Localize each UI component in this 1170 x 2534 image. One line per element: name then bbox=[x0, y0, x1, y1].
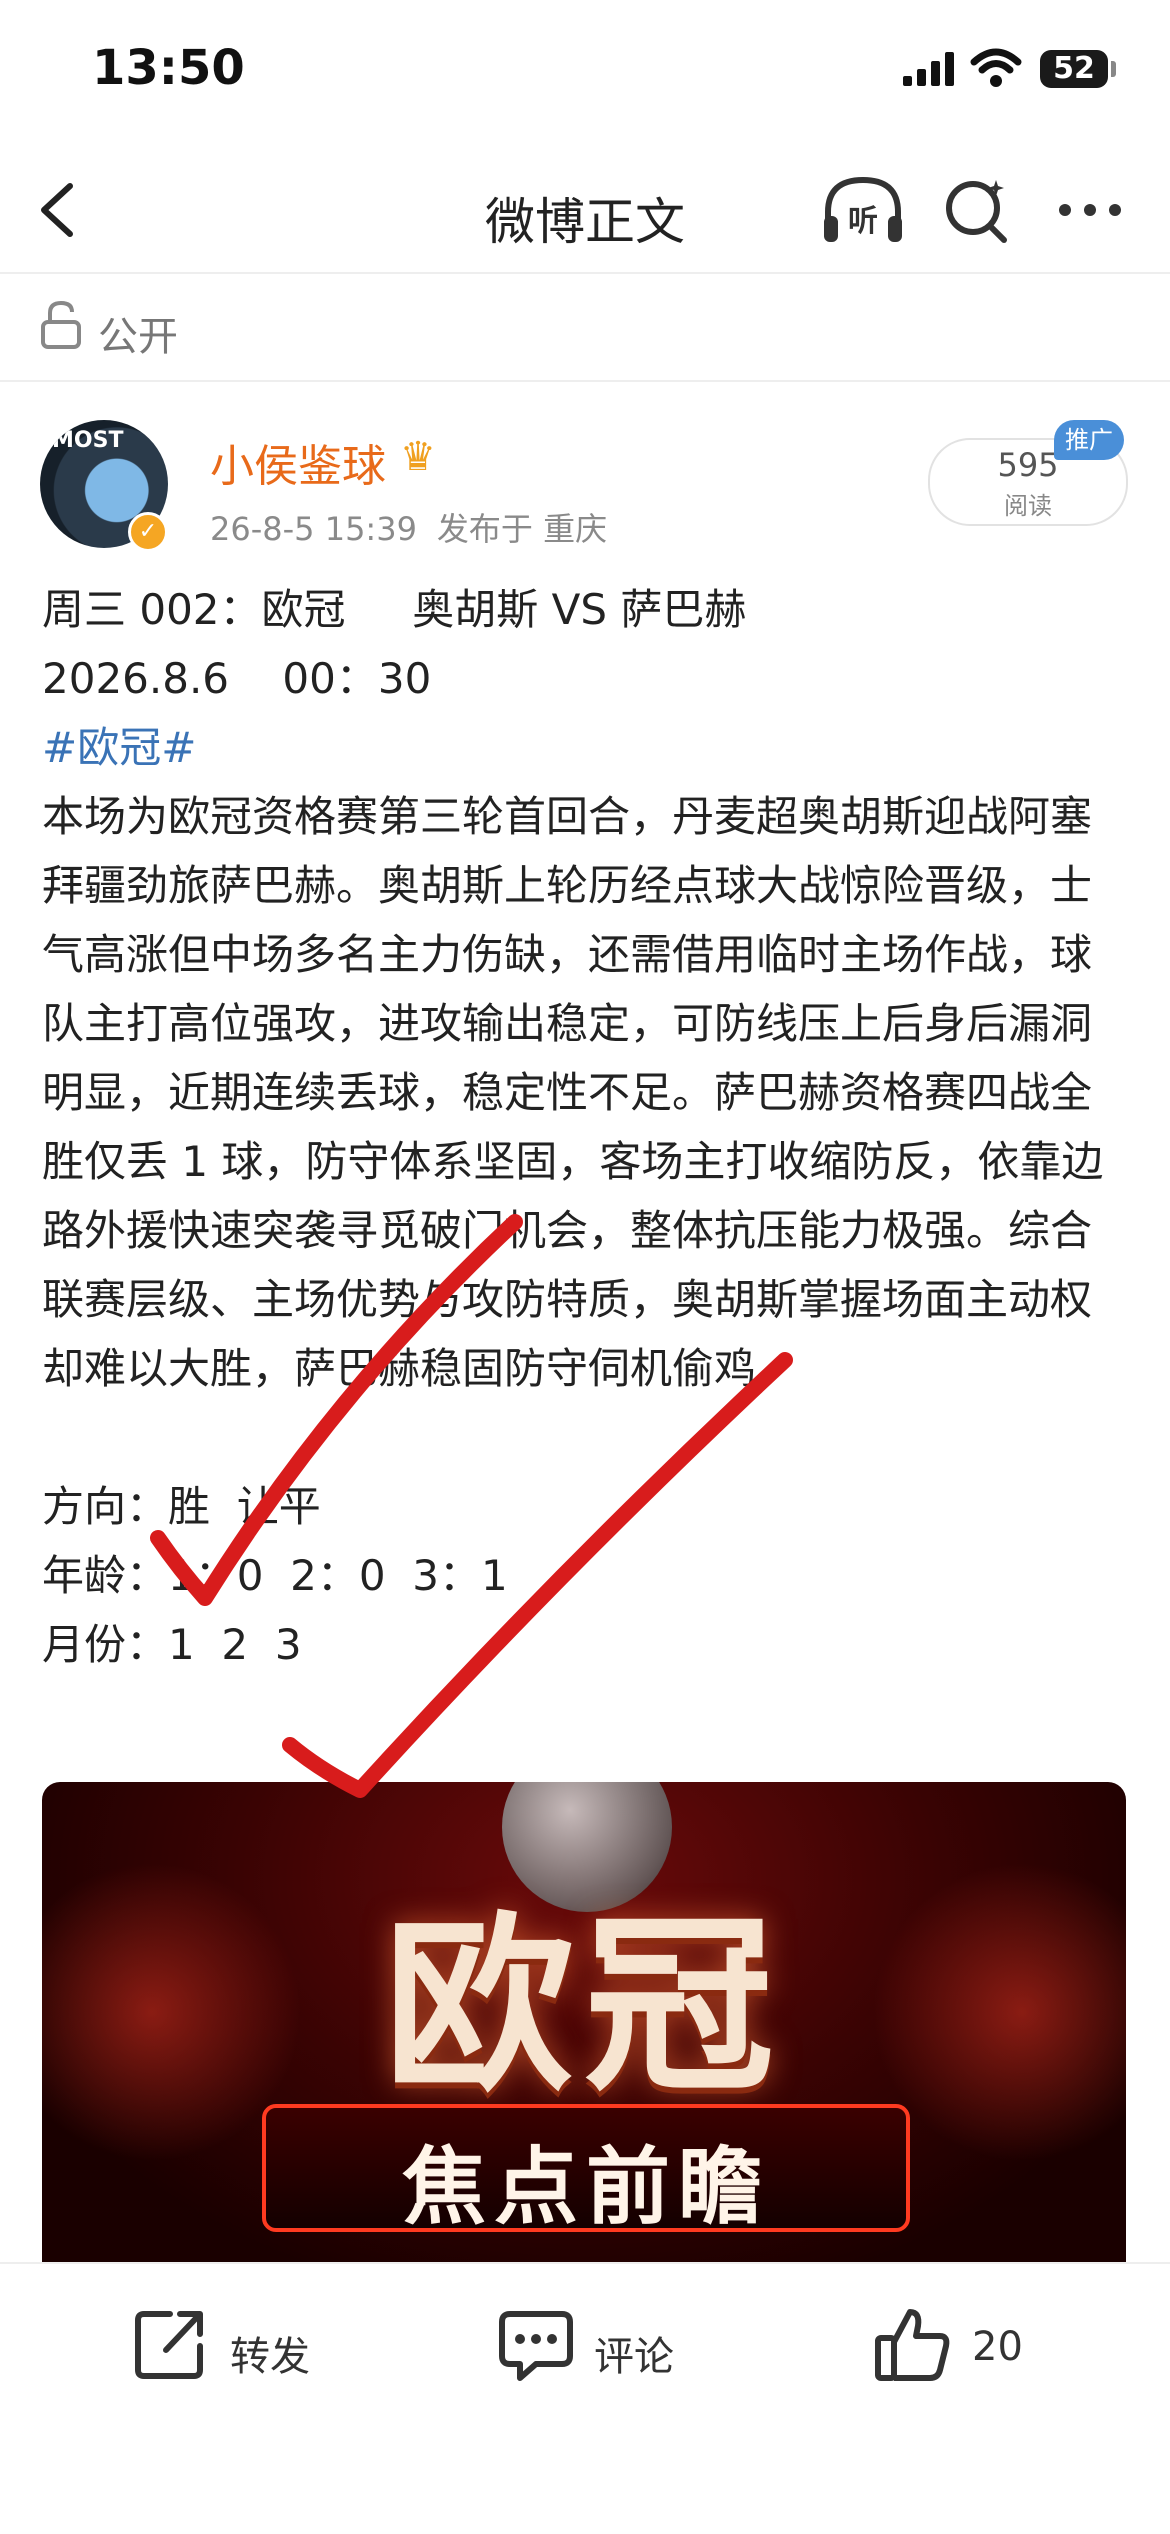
datetime-line: 2026.8.6 00：30 bbox=[42, 654, 432, 703]
divider bbox=[0, 272, 1170, 274]
banner-subtitle-box: 焦点前瞻 bbox=[262, 2104, 910, 2236]
thumbs-up-icon bbox=[875, 2309, 950, 2381]
comment-label: 评论 bbox=[594, 2334, 674, 2380]
post-location: 发布于 重庆 bbox=[436, 510, 608, 548]
share-icon bbox=[135, 2311, 203, 2379]
search-icon[interactable] bbox=[940, 172, 1016, 248]
divider bbox=[0, 380, 1170, 382]
battery-icon: 52 bbox=[1040, 50, 1108, 88]
match-line: 周三 002：欧冠 奥胡斯 VS 萨巴赫 bbox=[42, 585, 747, 634]
battery-tip bbox=[1111, 61, 1116, 77]
banner-subtitle: 焦点前瞻 bbox=[401, 2138, 770, 2236]
status-bar: 13:50 52 bbox=[0, 0, 1170, 150]
repost-label: 转发 bbox=[230, 2334, 310, 2380]
lock-open-icon bbox=[41, 300, 81, 349]
avatar-text: MOST bbox=[52, 428, 124, 453]
age-line: 年龄：1：0 2：0 3：1 bbox=[42, 1551, 508, 1600]
crown-icon: ♛ bbox=[400, 434, 436, 480]
author-name[interactable]: 小侯鉴球 bbox=[210, 430, 386, 494]
status-time: 13:50 bbox=[92, 40, 245, 96]
like-count: 20 bbox=[972, 2324, 1023, 2370]
visibility-indicator: 公开 bbox=[40, 300, 178, 360]
hashtag-link[interactable]: #欧冠# bbox=[42, 713, 1132, 782]
listen-button[interactable]: 听 bbox=[820, 172, 906, 248]
post-timestamp: 26-8-5 15:39 bbox=[210, 510, 417, 548]
cellular-signal-icon bbox=[903, 52, 954, 86]
like-button[interactable]: 20 bbox=[872, 2304, 1072, 2394]
visibility-label: 公开 bbox=[98, 314, 178, 360]
bottom-action-bar: 转发 评论 20 bbox=[0, 2262, 1170, 2534]
more-options-icon[interactable] bbox=[1055, 190, 1125, 230]
post-body: 本场为欧冠资格赛第三轮首回合，丹麦超奥胡斯迎战阿塞拜疆劲旅萨巴赫。奥胡斯上轮历经… bbox=[42, 792, 1104, 1393]
banner-title: 欧冠 bbox=[383, 1896, 784, 2117]
post-image[interactable]: 欧冠 焦点前瞻 bbox=[42, 1782, 1126, 2262]
post-header: MOST ✓ 小侯鉴球 ♛ 26-8-5 15:39 发布于 重庆 595 阅读 … bbox=[0, 420, 1170, 560]
read-label: 阅读 bbox=[1004, 492, 1052, 520]
wifi-icon bbox=[970, 48, 1022, 87]
comment-button[interactable]: 评论 bbox=[496, 2304, 716, 2394]
listen-label: 听 bbox=[848, 204, 878, 239]
promo-badge[interactable]: 推广 bbox=[1054, 420, 1124, 460]
comment-icon bbox=[499, 2311, 573, 2381]
month-line: 月份：1 2 3 bbox=[42, 1620, 302, 1669]
repost-button[interactable]: 转发 bbox=[130, 2304, 350, 2394]
post-meta: 26-8-5 15:39 发布于 重庆 bbox=[210, 504, 607, 550]
verified-badge-icon: ✓ bbox=[128, 512, 168, 552]
nav-bar: 微博正文 听 bbox=[0, 150, 1170, 270]
post-content: 周三 002：欧冠 奥胡斯 VS 萨巴赫 2026.8.6 00：30 #欧冠#… bbox=[42, 575, 1132, 1679]
direction-line: 方向：胜 让平 bbox=[42, 1482, 321, 1531]
